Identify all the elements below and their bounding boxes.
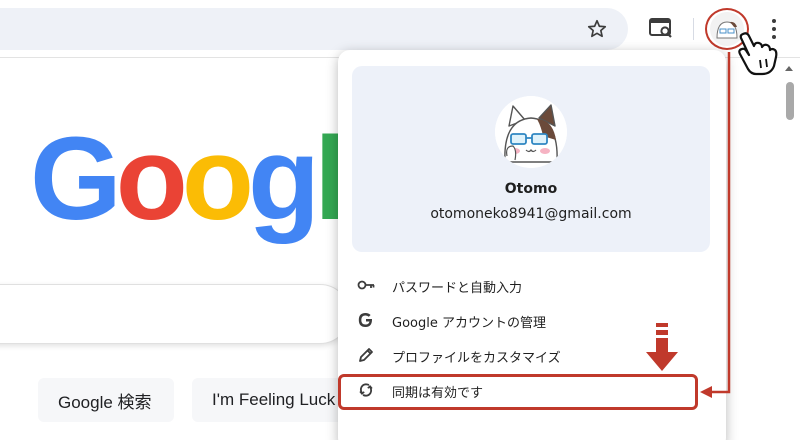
sync-highlight-box (338, 374, 698, 410)
menu-item-label: パスワードと自動入力 (392, 281, 523, 296)
address-bar[interactable] (0, 8, 628, 50)
cast-icon[interactable] (648, 16, 674, 40)
profile-email: otomoneko8941@gmail.com (430, 206, 632, 222)
profile-avatar (495, 96, 567, 168)
search-box[interactable] (0, 284, 350, 344)
feeling-lucky-button[interactable]: I'm Feeling Luck (192, 378, 352, 422)
star-icon[interactable] (586, 18, 608, 40)
cat-avatar-icon (495, 96, 567, 168)
scroll-up-arrow-icon[interactable] (784, 64, 794, 72)
menu-item-passwords[interactable]: パスワードと自動入力 (338, 268, 726, 302)
google-g-icon (358, 313, 373, 327)
menu-item-label: プロファイルをカスタマイズ (392, 351, 561, 366)
pencil-icon (359, 348, 373, 362)
profile-name: Otomo (504, 181, 558, 197)
hand-cursor-icon (738, 32, 778, 76)
toolbar-divider (693, 18, 694, 40)
key-icon (357, 280, 375, 290)
menu-item-label: Google アカウントの管理 (392, 316, 546, 331)
menu-item-customize-profile[interactable]: プロファイルをカスタマイズ (338, 338, 726, 372)
scroll-thumb[interactable] (786, 82, 794, 120)
profile-card: Otomo otomoneko8941@gmail.com (352, 66, 710, 252)
google-search-button[interactable]: Google 検索 (38, 378, 174, 422)
menu-item-manage-account[interactable]: Google アカウントの管理 (338, 303, 726, 337)
